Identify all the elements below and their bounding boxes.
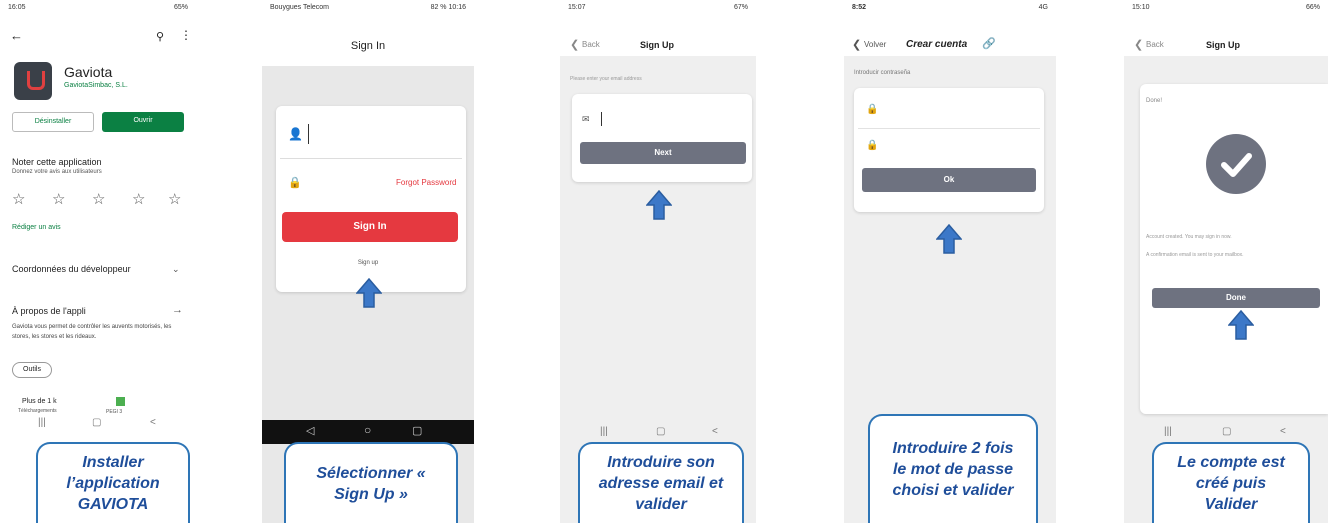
ok-button[interactable]: Ok: [862, 168, 1036, 192]
divider: [280, 158, 462, 159]
arrow-up-icon: [645, 189, 673, 220]
app-name: Gaviota: [64, 64, 113, 80]
checkmark-icon: [1206, 134, 1266, 194]
user-icon: 👤: [288, 127, 303, 141]
done-label: Done!: [1146, 98, 1163, 104]
confirmation-text: A confirmation email is sent to your mai…: [1146, 252, 1244, 258]
link-icon: 🔗: [982, 38, 996, 50]
caption-enter-email: Introduire son adresse email et valider: [578, 442, 744, 523]
status-time: 15:07: [568, 4, 586, 11]
about-title[interactable]: À propos de l'appli: [12, 306, 86, 316]
recents-icon[interactable]: |||: [1164, 426, 1172, 437]
lock-icon: 🔒: [866, 104, 879, 115]
home-icon[interactable]: ▢: [92, 417, 101, 428]
back-chevron-icon[interactable]: ❮: [852, 38, 861, 51]
open-button[interactable]: Ouvrir: [102, 112, 184, 132]
back-button[interactable]: Back: [1146, 40, 1164, 49]
username-input[interactable]: [308, 124, 458, 144]
caption-enter-password: Introduire 2 fois le mot de passe choisi…: [868, 414, 1038, 523]
downloads-count: Plus de 1 k: [22, 398, 57, 405]
caption-select-signup: Sélectionner « Sign Up »: [284, 442, 458, 523]
recents-icon[interactable]: ▢: [412, 424, 422, 437]
email-card: [572, 94, 752, 182]
about-text: Gaviota vous permet de contrôler les auv…: [12, 324, 172, 340]
password-input[interactable]: [884, 100, 1034, 122]
arrow-up-icon: [355, 277, 383, 308]
status-bar: Bouygues Telecom 82 % 10:16: [262, 4, 474, 16]
more-options-icon[interactable]: ⋮: [180, 28, 192, 42]
page-title: Sign Up: [1206, 40, 1240, 50]
back-arrow-icon[interactable]: ←: [10, 28, 23, 43]
chevron-down-icon[interactable]: ⌄: [172, 264, 180, 275]
back-chevron-icon[interactable]: ❮: [570, 38, 579, 51]
recents-icon[interactable]: |||: [38, 417, 46, 428]
search-icon[interactable]: ⚲: [156, 30, 164, 43]
next-button[interactable]: Next: [580, 142, 746, 164]
back-chevron-icon[interactable]: ❮: [1134, 38, 1143, 51]
page-title: Sign In: [350, 40, 386, 52]
password-hint: Introducir contraseña: [854, 70, 911, 76]
star-3-icon[interactable]: ☆: [92, 190, 105, 208]
uninstall-button[interactable]: Désinstaller: [12, 112, 94, 132]
rate-title: Noter cette application: [12, 157, 102, 167]
lock-icon: 🔒: [288, 177, 302, 189]
star-4-icon[interactable]: ☆: [132, 190, 145, 208]
status-time: 16:05: [8, 4, 26, 11]
status-bar: 15:10 66%: [1124, 4, 1328, 16]
signin-button[interactable]: Sign In: [282, 212, 458, 242]
star-5-icon[interactable]: ☆: [168, 190, 181, 208]
app-icon: [14, 62, 52, 100]
divider: [858, 128, 1040, 129]
arrow-right-icon[interactable]: →: [172, 304, 183, 316]
pegi-icon: [116, 397, 125, 406]
status-battery: 67%: [733, 4, 748, 11]
forgot-password-link[interactable]: Forgot Password: [396, 178, 456, 187]
back-icon[interactable]: <: [712, 426, 718, 437]
done-button[interactable]: Done: [1152, 288, 1320, 308]
arrow-up-icon: [935, 223, 963, 254]
android-nav-bar: ◁ ○ ▢: [262, 420, 474, 444]
android-nav-bar: ||| ▢ <: [560, 420, 756, 444]
page-title: Sign Up: [640, 40, 674, 50]
back-icon[interactable]: <: [1280, 426, 1286, 437]
status-battery-time: 82 % 10:16: [430, 4, 466, 11]
account-created-text: Account created. You may sign in now.: [1146, 234, 1232, 240]
back-button[interactable]: Volver: [864, 40, 886, 49]
email-input[interactable]: [601, 112, 741, 126]
home-icon[interactable]: ▢: [656, 426, 665, 437]
recents-icon[interactable]: |||: [600, 426, 608, 437]
category-tag[interactable]: Outils: [12, 362, 52, 378]
arrow-up-icon: [1227, 309, 1255, 340]
rate-subtitle: Donnez votre avis aux utilisateurs: [12, 169, 102, 175]
status-bar: 15:07 67%: [560, 4, 756, 16]
lock-icon: 🔒: [866, 140, 879, 151]
signup-link[interactable]: Sign up: [262, 260, 474, 266]
developer-link[interactable]: GaviotaSimbac, S.L.: [64, 82, 128, 89]
home-icon[interactable]: ○: [364, 423, 371, 437]
email-hint: Please enter your email address: [570, 76, 642, 82]
caption-install: Installer l’application GAVIOTA: [36, 442, 190, 523]
status-bar: 8:52 4G: [844, 4, 1056, 16]
caption-account-created: Le compte est créé puis Valider: [1152, 442, 1310, 523]
status-network: 4G: [1038, 4, 1048, 11]
android-nav-bar: ||| ▢ <: [1124, 420, 1328, 444]
back-icon[interactable]: ◁: [306, 424, 314, 437]
status-bar: 16:05 65%: [0, 4, 196, 16]
password-confirm-input[interactable]: [884, 136, 1034, 158]
status-time: 8:52: [852, 4, 867, 11]
star-1-icon[interactable]: ☆: [12, 190, 25, 208]
android-nav-bar: ||| ▢ <: [0, 413, 196, 435]
star-2-icon[interactable]: ☆: [52, 190, 65, 208]
back-button[interactable]: Back: [582, 40, 600, 49]
page-title: Crear cuenta: [906, 39, 968, 50]
status-carrier: Bouygues Telecom: [270, 4, 330, 11]
back-icon[interactable]: <: [150, 417, 156, 428]
status-battery: 65%: [173, 4, 188, 11]
write-review-link[interactable]: Rédiger un avis: [12, 224, 61, 231]
developer-contact[interactable]: Coordonnées du développeur: [12, 264, 131, 274]
mail-icon: ✉: [582, 114, 590, 124]
home-icon[interactable]: ▢: [1222, 426, 1231, 437]
status-battery: 66%: [1305, 4, 1320, 11]
status-time: 15:10: [1132, 4, 1150, 11]
